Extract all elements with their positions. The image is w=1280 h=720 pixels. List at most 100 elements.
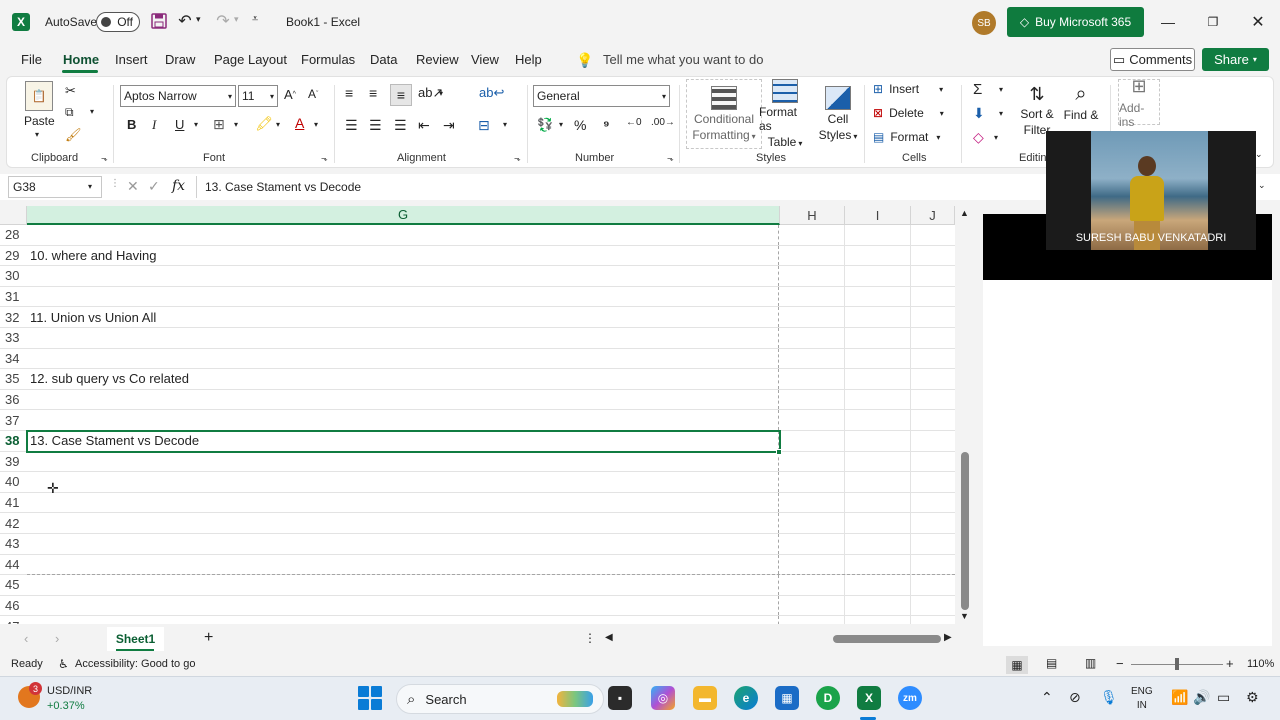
cell-j[interactable] — [911, 410, 955, 430]
align-left-icon[interactable]: ☰ — [345, 117, 358, 134]
font-color-dropdown-icon[interactable]: ▾ — [314, 120, 318, 129]
cell-g[interactable] — [27, 328, 779, 348]
cell-g[interactable] — [27, 554, 779, 575]
cell-h[interactable] — [780, 451, 845, 472]
accounting-icon[interactable]: 💱 — [537, 117, 553, 133]
cell-g[interactable] — [27, 266, 779, 286]
accessibility-status[interactable]: Accessibility: Good to go — [75, 658, 195, 670]
row-header[interactable]: 37 — [0, 410, 27, 430]
wifi-icon[interactable]: 📶 — [1171, 689, 1188, 706]
cell-i[interactable] — [845, 616, 911, 624]
page-break-view-icon[interactable]: ▥ — [1085, 656, 1096, 670]
vertical-scroll-thumb[interactable] — [961, 452, 969, 610]
paste-icon[interactable]: 📋 — [25, 81, 53, 111]
cell-g[interactable]: 13. Case Stament vs Decode — [27, 431, 779, 451]
file-explorer-icon[interactable]: ▬ — [693, 686, 717, 710]
row-header[interactable]: 45 — [0, 575, 27, 595]
cell-h[interactable] — [780, 575, 845, 595]
save-icon[interactable] — [150, 12, 168, 30]
taskbar-search[interactable]: ⌕ Search — [396, 684, 604, 714]
select-all-corner[interactable] — [0, 206, 27, 225]
microphone-icon[interactable]: 🎙 — [1100, 689, 1118, 706]
number-launcher-icon[interactable]: ⬎ — [667, 154, 674, 163]
tab-data[interactable]: Data — [370, 52, 397, 67]
row-header[interactable]: 40 — [0, 472, 27, 492]
cell-j[interactable] — [911, 493, 955, 513]
copy-dropdown-icon[interactable]: ▾ — [90, 107, 94, 116]
cell-j[interactable] — [911, 452, 955, 472]
cell-g[interactable] — [27, 389, 779, 410]
borders-dropdown-icon[interactable]: ▾ — [234, 120, 238, 129]
language-indicator[interactable]: ENG IN — [1131, 685, 1153, 713]
borders-icon[interactable]: ⊞ — [213, 116, 225, 133]
dbeaver-app-icon[interactable]: D — [816, 686, 840, 710]
decrease-indent-icon[interactable]: ⇤ — [418, 117, 430, 134]
cell-i[interactable] — [845, 451, 911, 472]
tab-file[interactable]: File — [21, 52, 42, 67]
cell-g[interactable]: 11. Union vs Union All — [27, 307, 779, 327]
next-sheet-icon[interactable]: › — [55, 631, 59, 646]
format-as-table-button[interactable]: Format as Table ▾ — [759, 79, 811, 149]
row-header[interactable]: 33 — [0, 328, 27, 348]
cell-i[interactable] — [845, 245, 911, 266]
ribbon-collapse-icon[interactable]: ⌄ — [1255, 149, 1263, 160]
bold-icon[interactable]: B — [127, 117, 136, 132]
worksheet-grid[interactable]: G H I J 28 29 10. where and Having 30 31 32 11… — [0, 206, 955, 624]
cell-j[interactable] — [911, 616, 955, 624]
edge-browser-icon[interactable]: e — [734, 686, 758, 710]
cell-i[interactable] — [845, 575, 911, 595]
cell-i[interactable] — [845, 348, 911, 369]
cell-j[interactable] — [911, 328, 955, 348]
cell-h[interactable] — [780, 286, 845, 307]
scroll-left-icon[interactable]: ◀ — [605, 632, 613, 643]
cell-i[interactable] — [845, 410, 911, 430]
share-button[interactable]: Share ▾ — [1202, 48, 1269, 71]
tab-view[interactable]: View — [471, 52, 499, 67]
row-header[interactable]: 30 — [0, 266, 27, 286]
zoom-meeting-icon[interactable]: zm — [898, 686, 922, 710]
cell-j[interactable] — [911, 472, 955, 492]
wrap-text-icon[interactable]: ab↩ — [479, 85, 504, 101]
tab-review[interactable]: Review — [416, 52, 459, 67]
cell-h[interactable] — [780, 389, 845, 410]
task-view-icon[interactable]: ▪ — [608, 686, 632, 710]
network-off-icon[interactable]: ⊘ — [1069, 689, 1081, 706]
undo-dropdown-icon[interactable]: ▾ — [196, 14, 201, 25]
tab-help[interactable]: Help — [515, 52, 542, 67]
paste-button[interactable]: Paste — [24, 114, 55, 128]
font-size-combo[interactable]: 11 ▾ — [238, 85, 278, 107]
scroll-right-icon[interactable]: ▶ — [944, 632, 952, 643]
tab-page-layout[interactable]: Page Layout — [214, 52, 287, 67]
decrease-font-icon[interactable]: Aˇ — [308, 87, 318, 101]
cell-h[interactable] — [780, 245, 845, 266]
cell-j[interactable] — [911, 575, 955, 595]
cell-g[interactable] — [27, 472, 779, 492]
increase-font-icon[interactable]: A ^ — [284, 87, 296, 102]
cell-h[interactable] — [780, 616, 845, 624]
cell-h[interactable] — [780, 266, 845, 286]
cell-h[interactable] — [780, 492, 845, 513]
row-header[interactable]: 38 — [0, 431, 27, 451]
row-header[interactable]: 29 — [0, 245, 27, 266]
accounting-dropdown-icon[interactable]: ▾ — [559, 120, 563, 129]
cell-g[interactable] — [27, 513, 779, 533]
cell-i[interactable] — [845, 472, 911, 492]
cell-g[interactable] — [27, 492, 779, 513]
fill-icon[interactable]: ⬇ — [973, 105, 985, 122]
comments-button[interactable]: ▭ Comments — [1110, 48, 1195, 71]
copy-icon[interactable]: ⧉ — [65, 105, 74, 120]
clear-icon[interactable]: ◇ — [973, 129, 984, 146]
ticker-name[interactable]: USD/INR — [47, 685, 92, 697]
add-sheet-icon[interactable]: + — [204, 629, 213, 647]
cell-g[interactable] — [27, 286, 779, 307]
orientation-dropdown-icon[interactable]: ▾ — [439, 89, 443, 98]
underline-dropdown-icon[interactable]: ▾ — [194, 120, 198, 129]
cell-h[interactable] — [780, 328, 845, 348]
cell-h[interactable] — [780, 369, 845, 389]
paste-dropdown-icon[interactable]: ▾ — [35, 130, 39, 139]
cell-g[interactable]: 10. where and Having — [27, 245, 779, 266]
insert-function-icon[interactable]: fx — [172, 178, 185, 194]
cell-j[interactable] — [911, 287, 955, 307]
cell-i[interactable] — [845, 225, 911, 245]
cell-g[interactable] — [27, 451, 779, 472]
